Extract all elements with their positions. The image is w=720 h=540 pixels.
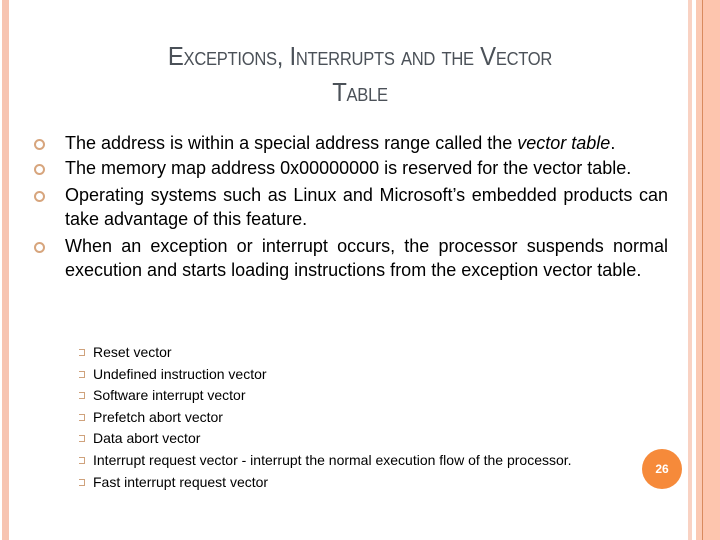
sub-bullet-text: Reset vector bbox=[93, 344, 172, 360]
sub-bullet-text: Data abort vector bbox=[93, 430, 201, 447]
bullet-text: . bbox=[610, 133, 616, 153]
sub-list-item: Undefined instruction vector bbox=[79, 364, 620, 386]
bullet-text: The memory map address 0x00000000 is res… bbox=[65, 157, 632, 178]
bullet-text: The address is within a special address … bbox=[65, 133, 518, 153]
box-bullet-icon bbox=[79, 413, 85, 421]
title-line-2: Table bbox=[332, 77, 388, 107]
list-item: The memory map address 0x00000000 is res… bbox=[28, 157, 668, 181]
box-bullet-icon bbox=[79, 478, 85, 486]
sub-list-item: Software interrupt vector bbox=[79, 385, 620, 407]
sub-bullet-text: Software interrupt vector bbox=[93, 387, 246, 404]
box-bullet-icon bbox=[79, 349, 85, 356]
title-line-1: Exceptions, Interrupts and the Vector bbox=[167, 41, 553, 71]
main-bullet-list: The address is within a special address … bbox=[28, 132, 668, 283]
sub-list-item: Reset vector bbox=[79, 342, 620, 364]
hollow-circle-bullet-icon bbox=[34, 139, 45, 150]
sub-list-item: Interrupt request vector - interrupt the… bbox=[79, 450, 620, 472]
box-bullet-icon bbox=[79, 392, 85, 400]
emphasis-text: vector table bbox=[517, 133, 611, 153]
bullet-text: When an exception or interrupt occurs, t… bbox=[65, 236, 668, 280]
list-item: When an exception or interrupt occurs, t… bbox=[28, 235, 668, 282]
hollow-circle-bullet-icon bbox=[34, 163, 45, 175]
right-border-stripe bbox=[688, 0, 692, 540]
vector-sub-list: Reset vector Undefined instruction vecto… bbox=[79, 342, 620, 494]
bullet-text: Operating systems such as Linux and Micr… bbox=[65, 185, 668, 229]
right-border-panel bbox=[703, 0, 720, 540]
sub-bullet-text: Interrupt request vector - interrupt the… bbox=[93, 451, 572, 468]
sub-list-item: Prefetch abort vector bbox=[79, 407, 620, 429]
sub-bullet-text: Fast interrupt request vector bbox=[93, 473, 269, 490]
sub-list-item: Fast interrupt request vector bbox=[79, 472, 620, 494]
slide-title: Exceptions, Interrupts and the Vector Ta… bbox=[66, 38, 655, 110]
left-border-stripe bbox=[2, 0, 9, 540]
box-bullet-icon bbox=[79, 435, 85, 443]
box-bullet-icon bbox=[79, 370, 85, 378]
sub-bullet-text: Undefined instruction vector bbox=[93, 365, 267, 382]
page-number-badge: 26 bbox=[642, 449, 682, 489]
hollow-circle-bullet-icon bbox=[34, 242, 45, 253]
box-bullet-icon bbox=[79, 456, 85, 464]
sub-list-item: Data abort vector bbox=[79, 428, 620, 450]
sub-bullet-text: Prefetch abort vector bbox=[93, 408, 223, 425]
list-item: The address is within a special address … bbox=[28, 132, 668, 156]
hollow-circle-bullet-icon bbox=[34, 191, 45, 202]
list-item: Operating systems such as Linux and Micr… bbox=[28, 184, 668, 231]
